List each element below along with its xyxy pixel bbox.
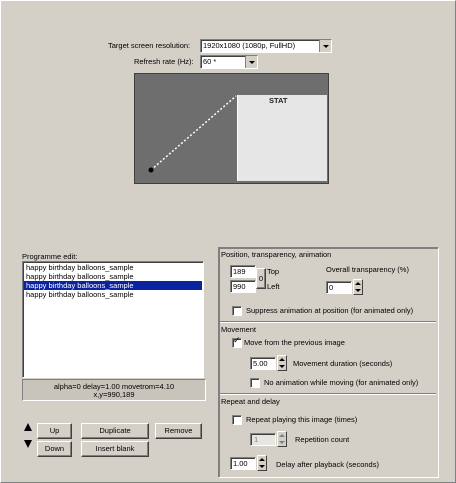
resolution-label: Target screen resolution:: [108, 41, 191, 50]
move-from-label: Move from the previous image: [244, 338, 345, 347]
move-from-checkbox[interactable]: [232, 336, 242, 348]
left-label: Left: [267, 282, 280, 291]
list-item[interactable]: happy birthday balloons_sample: [24, 272, 202, 281]
arrow-down-icon: [24, 440, 32, 448]
remove-button[interactable]: Remove: [155, 423, 202, 439]
left-input-value: 990: [233, 282, 246, 291]
zero-button[interactable]: 0: [256, 268, 266, 289]
delay-value: 1.00: [233, 459, 248, 468]
programme-title: Programme edit:: [22, 252, 78, 261]
no-anim-checkbox[interactable]: [250, 378, 260, 388]
suppress-label: Suppress animation at position (for anim…: [246, 306, 414, 315]
top-input-value: 189: [233, 267, 246, 276]
repetition-spinner[interactable]: [277, 431, 287, 447]
list-item[interactable]: happy birthday balloons_sample: [24, 281, 202, 290]
refresh-label: Refresh rate (Hz):: [134, 57, 194, 66]
chevron-down-icon[interactable]: [319, 40, 331, 52]
resolution-value: 1920x1080 (1080p, FullHD): [203, 41, 296, 50]
repetition-count-input[interactable]: 1: [250, 433, 276, 446]
no-anim-label: No animation while moving (for animated …: [264, 378, 419, 387]
status-panel: alpha=0 delay=1.00 movetrom=4.10 x,y=990…: [22, 379, 206, 401]
repetition-count-label: Repetition count: [295, 435, 350, 444]
repeat-label: Repeat playing this image (times): [246, 415, 358, 424]
transparency-value: 0: [329, 283, 334, 292]
transparency-spinner[interactable]: [353, 279, 363, 295]
position-title: Position, transparency, animation: [221, 250, 332, 259]
programme-list[interactable]: happy birthday balloons_sample happy bir…: [22, 261, 204, 378]
top-label: Top: [267, 267, 280, 276]
duration-label: Movement duration (seconds): [293, 359, 393, 368]
duration-input[interactable]: 5.00: [250, 357, 276, 370]
suppress-checkbox[interactable]: [232, 306, 242, 316]
list-item[interactable]: happy birthday balloons_sample: [24, 263, 202, 272]
top-input[interactable]: 189: [230, 265, 256, 278]
up-button[interactable]: Up: [37, 423, 72, 439]
repeat-title: Repeat and delay: [221, 397, 280, 406]
delay-label: Delay after playback (seconds): [276, 460, 379, 469]
duration-spinner[interactable]: [277, 355, 287, 371]
separator: [220, 321, 436, 323]
repeat-checkbox[interactable]: [232, 415, 242, 425]
delay-input[interactable]: 1.00: [230, 457, 256, 470]
down-button[interactable]: Down: [37, 441, 72, 457]
status-line-2: x,y=990,189: [93, 390, 135, 399]
insert-blank-button[interactable]: Insert blank: [81, 441, 149, 457]
arrow-up-icon: [24, 423, 32, 431]
movement-path: [148, 95, 237, 173]
duplicate-button[interactable]: Duplicate: [81, 423, 149, 439]
transparency-label: Overall transparency (%): [326, 265, 409, 274]
refresh-select[interactable]: 60 *: [200, 55, 258, 69]
resolution-select[interactable]: 1920x1080 (1080p, FullHD): [200, 39, 332, 53]
chevron-down-icon[interactable]: [245, 56, 257, 68]
list-item[interactable]: happy birthday balloons_sample: [24, 290, 202, 299]
refresh-value: 60 *: [203, 57, 217, 66]
movement-title: Movement: [221, 325, 257, 334]
delay-spinner[interactable]: [257, 455, 267, 471]
transparency-input[interactable]: 0: [326, 281, 352, 294]
screen-preview[interactable]: STAT: [134, 73, 329, 184]
duration-value: 5.00: [253, 359, 268, 368]
separator: [220, 393, 436, 395]
left-input[interactable]: 990: [230, 280, 256, 293]
repetition-count-value: 1: [254, 435, 259, 444]
